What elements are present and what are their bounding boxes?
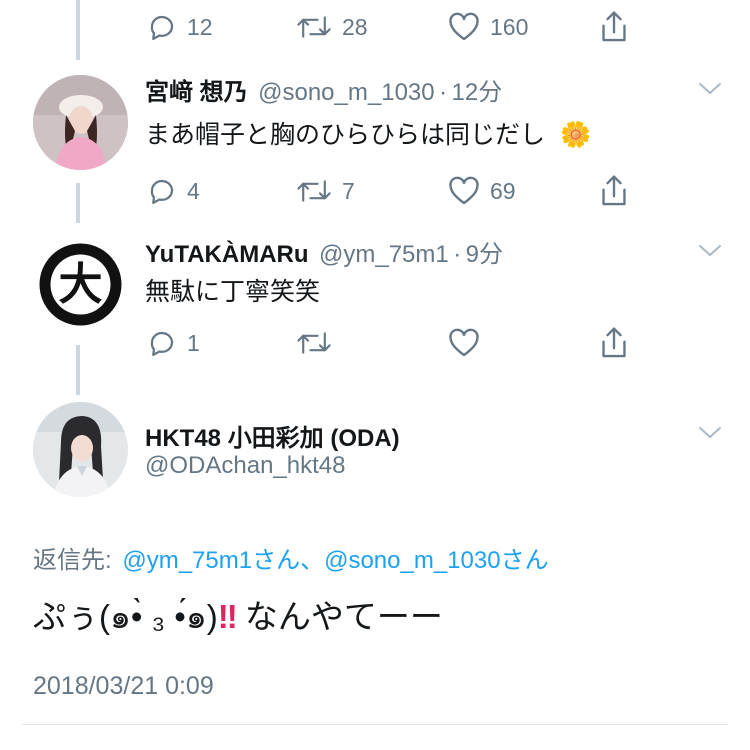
tweet-timestamp[interactable]: 2018/03/21 0:09 <box>33 672 214 701</box>
display-name[interactable]: 宮﨑 想乃 <box>145 79 248 106</box>
tweet-time[interactable]: 9分 <box>466 241 503 268</box>
chevron-down-icon[interactable] <box>697 424 723 445</box>
reply-icon <box>150 331 174 356</box>
like-count: 69 <box>490 177 516 204</box>
reply-icon <box>150 15 174 40</box>
user-handle[interactable]: @ODAchan_hkt48 <box>145 452 345 480</box>
user-handle[interactable]: @ym_75m1 <box>319 241 449 268</box>
thread-line-top <box>76 0 80 60</box>
avatar-portrait <box>33 75 128 170</box>
chevron-down-icon[interactable] <box>697 80 723 101</box>
flower-emoji: 🌼 <box>559 121 592 149</box>
divider <box>22 724 728 725</box>
retweet-count: 28 <box>342 13 368 40</box>
retweet-count: 7 <box>342 177 355 204</box>
display-name[interactable]: HKT48 小田彩加 (ODA) <box>145 418 400 453</box>
share-button[interactable] <box>598 10 630 44</box>
retweet-icon <box>297 16 331 38</box>
share-button[interactable] <box>598 174 630 208</box>
retweet-icon <box>297 180 331 202</box>
separator-dot: · <box>439 79 448 106</box>
tweet-text: まあ帽子と胸のひらひらは同じだし 🌼 <box>145 115 591 151</box>
tweet-time[interactable]: 12分 <box>452 79 503 106</box>
tweet-body: まあ帽子と胸のひらひらは同じだし <box>145 121 546 149</box>
main-tweet-text-start: ぷぅ(๑•̀ ₃ •́๑) <box>33 598 218 635</box>
avatar-glyph: 大 <box>58 260 103 309</box>
reply-count: 1 <box>187 329 200 356</box>
avatar-portrait <box>33 402 128 497</box>
share-icon <box>602 327 626 358</box>
share-icon <box>602 11 626 42</box>
reply-to-label: 返信先: <box>33 547 112 574</box>
retweet-button[interactable]: 7 <box>296 176 355 206</box>
retweet-button[interactable]: 28 <box>296 12 368 42</box>
share-button[interactable] <box>598 326 630 360</box>
double-exclamation-emoji: !! <box>217 598 238 635</box>
avatar[interactable] <box>33 75 128 170</box>
reply-icon <box>150 179 174 204</box>
heart-icon <box>449 176 479 205</box>
separator-dot: · <box>453 241 462 268</box>
tweet-text: 無駄に丁寧笑笑 <box>145 278 321 306</box>
reply-button[interactable]: 1 <box>147 328 200 358</box>
avatar[interactable] <box>33 402 128 497</box>
tweet-header: YuTAKÀMARu @ym_75m1 · 9分 <box>145 234 503 269</box>
heart-icon <box>449 12 479 41</box>
reply-button[interactable]: 4 <box>147 176 200 206</box>
reply-count: 12 <box>187 13 213 40</box>
like-button[interactable] <box>448 328 480 358</box>
retweet-button[interactable] <box>296 328 332 358</box>
like-button[interactable]: 160 <box>448 12 528 42</box>
share-icon <box>602 175 626 206</box>
avatar[interactable]: 大 <box>33 237 128 332</box>
like-button[interactable]: 69 <box>448 176 516 206</box>
thread-line-middle <box>76 183 80 223</box>
reply-count: 4 <box>187 177 200 204</box>
reply-context: 返信先: @ym_75m1さん、@sono_m_1030さん <box>33 540 549 575</box>
tweet-header: 宮﨑 想乃 @sono_m_1030 · 12分 <box>145 72 502 107</box>
thread-line-bottom <box>76 345 80 395</box>
heart-icon <box>449 328 479 357</box>
retweet-icon <box>297 332 331 354</box>
chevron-down-icon[interactable] <box>697 242 723 263</box>
display-name[interactable]: YuTAKÀMARu <box>145 241 309 268</box>
user-handle[interactable]: @sono_m_1030 <box>258 79 434 106</box>
main-tweet-text: ぷぅ(๑•̀ ₃ •́๑)!! なんやてーー <box>33 590 443 643</box>
main-tweet-text-end: なんやてーー <box>235 598 443 635</box>
like-count: 160 <box>490 13 529 40</box>
reply-to-link[interactable]: @ym_75m1さん、@sono_m_1030さん <box>122 547 548 574</box>
reply-button[interactable]: 12 <box>147 12 213 42</box>
